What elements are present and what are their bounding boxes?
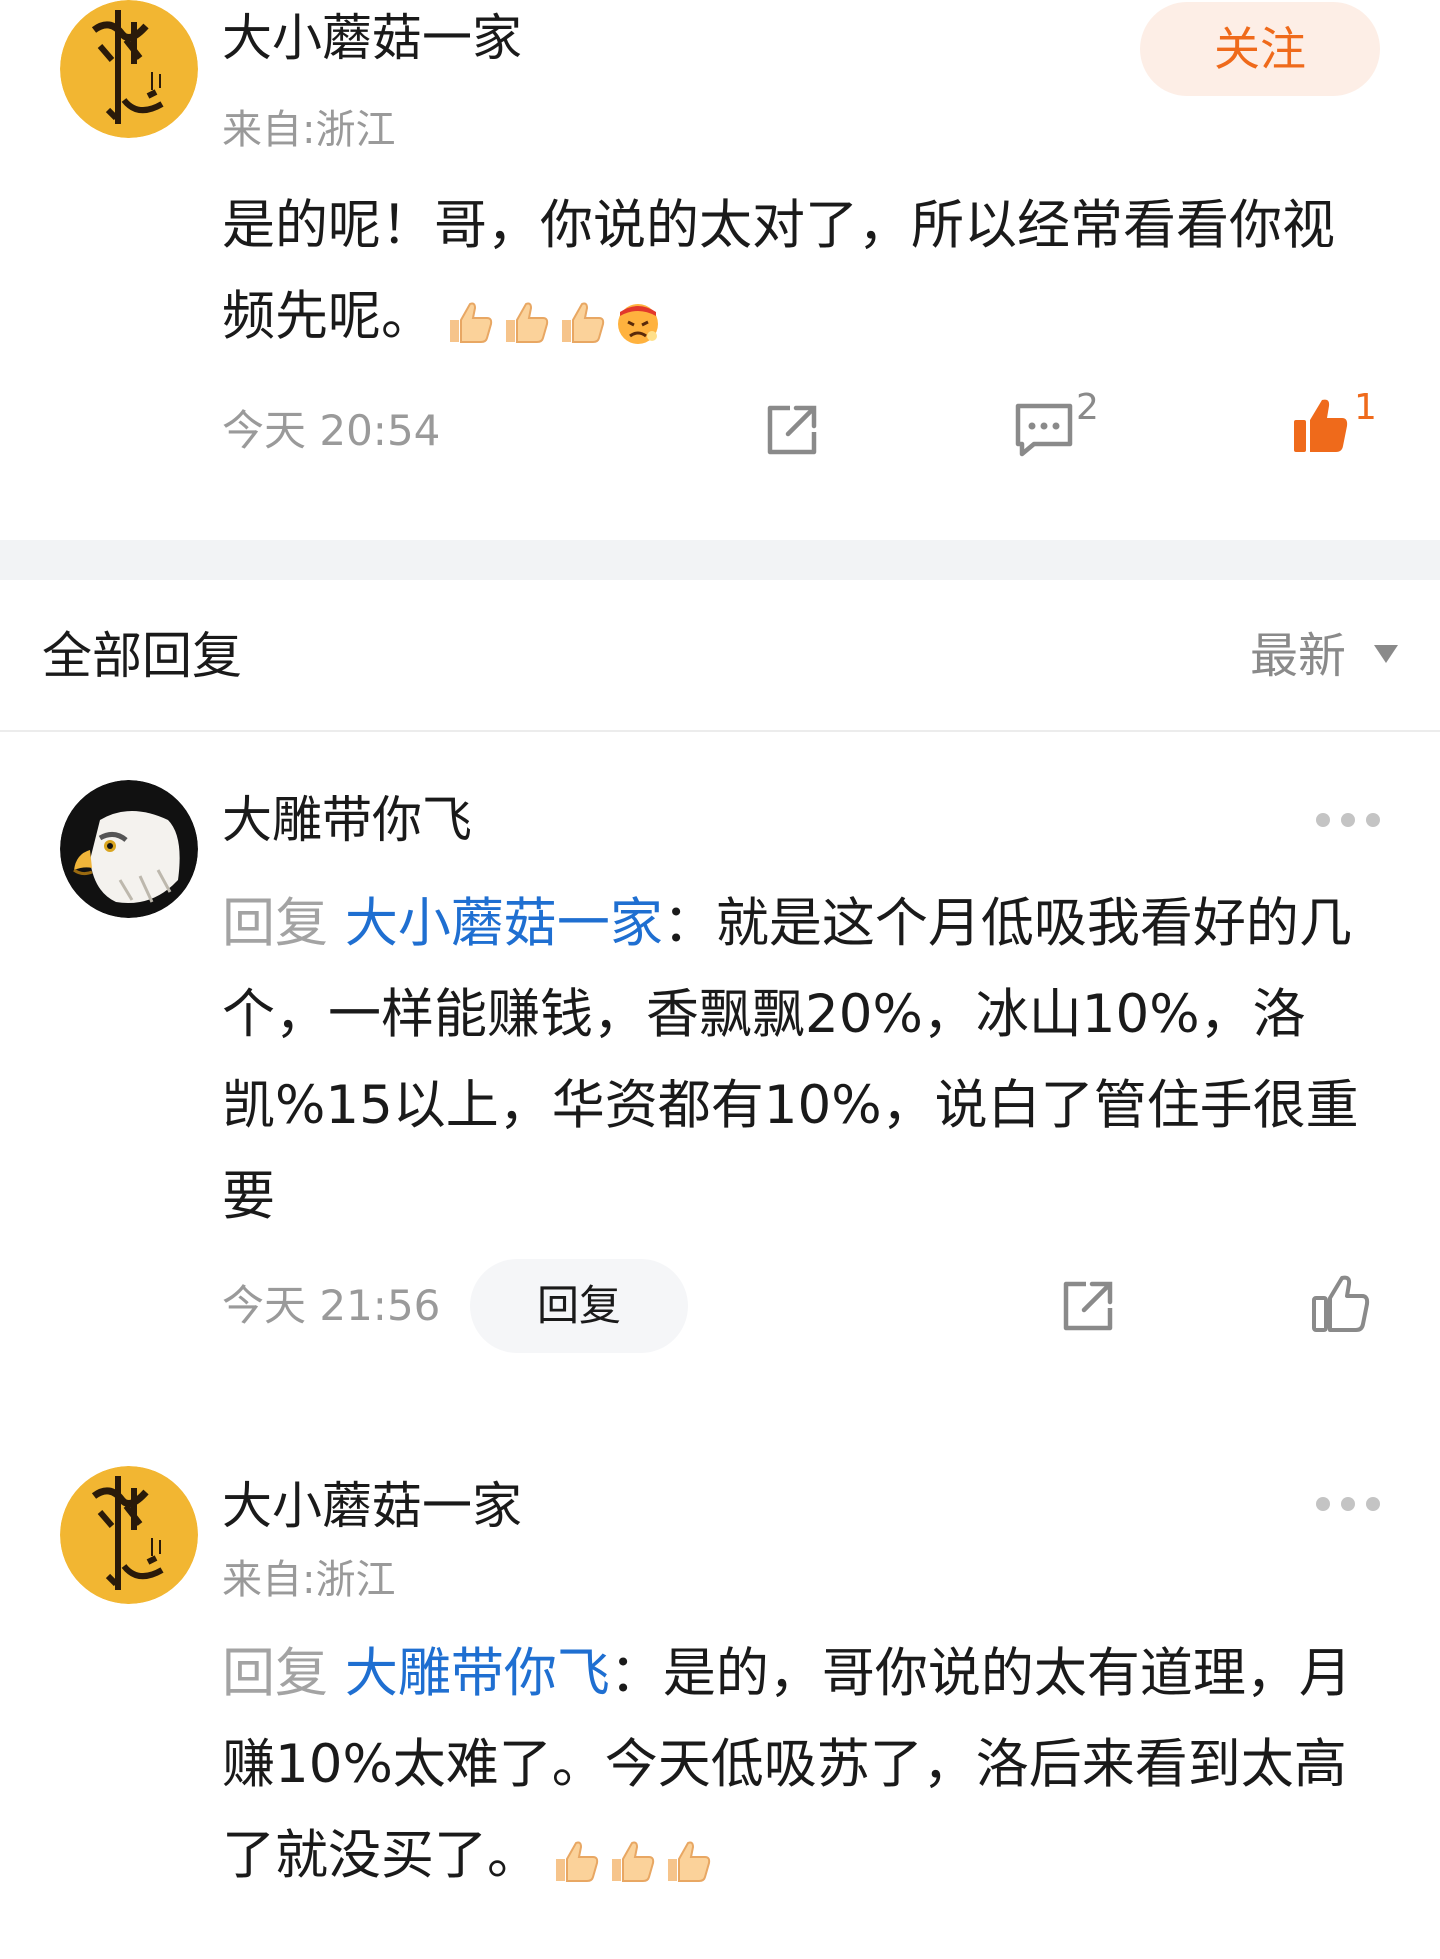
comment-button[interactable] <box>1012 400 1076 460</box>
angry-face-emoji-icon <box>618 304 658 345</box>
like-button[interactable] <box>1290 396 1350 456</box>
location-label: 来自:浙江 <box>222 1557 396 1603</box>
divider <box>0 730 1440 732</box>
avatar[interactable] <box>60 1466 198 1604</box>
thumbs-up-emoji-icon <box>612 1841 655 1883</box>
share-icon <box>767 405 817 455</box>
thumbs-up-emoji-icon <box>556 1841 599 1883</box>
reply-count: 2 <box>1076 387 1099 428</box>
comment-timestamp: 今天 20:54 <box>222 406 441 455</box>
location-label: 来自:浙江 <box>222 107 396 153</box>
thumbs-up-emoji-icon <box>562 302 605 344</box>
username[interactable]: 大雕带你飞 <box>222 790 472 850</box>
thumbs-up-emoji-icon <box>450 302 493 344</box>
share-button[interactable] <box>1058 1276 1118 1336</box>
reply-timestamp: 今天 21:56 <box>222 1281 441 1330</box>
thumbs-up-emoji-icon <box>506 302 549 344</box>
reply-body: 回复 大雕带你飞：是的，哥你说的太有道理，月赚10%太难了。今天低吸苏了，洛后来… <box>222 1628 1382 1904</box>
sort-dropdown[interactable]: 最新 <box>1250 628 1346 684</box>
reply-body: 回复 大小蘑菇一家：就是这个月低吸我看好的几个，一样能赚钱，香飘飘20%，冰山1… <box>222 878 1382 1242</box>
reply-prefix: 回复 <box>222 1643 328 1704</box>
thumbs-up-emoji-icon <box>668 1841 711 1883</box>
avatar[interactable] <box>60 0 198 138</box>
section-separator <box>0 540 1440 580</box>
emoji-group <box>550 1813 718 1904</box>
like-count: 1 <box>1354 387 1377 428</box>
mention-link[interactable]: 大雕带你飞 <box>345 1643 610 1704</box>
like-button[interactable] <box>1310 1274 1370 1334</box>
share-button[interactable] <box>762 400 822 460</box>
more-options-button[interactable] <box>1316 810 1380 830</box>
thumbs-up-icon <box>1294 399 1348 452</box>
mention-link[interactable]: 大小蘑菇一家 <box>345 893 663 954</box>
username[interactable]: 大小蘑菇一家 <box>222 1476 522 1536</box>
thumbs-up-icon <box>1312 1275 1370 1332</box>
more-options-button[interactable] <box>1316 1494 1380 1514</box>
follow-button[interactable]: 关注 <box>1140 2 1380 96</box>
replies-section-title: 全部回复 <box>42 627 242 685</box>
chevron-down-icon[interactable] <box>1374 645 1398 663</box>
username[interactable]: 大小蘑菇一家 <box>222 8 522 68</box>
reply-button[interactable]: 回复 <box>470 1259 688 1353</box>
comment-body: 是的呢！哥，你说的太对了，所以经常看看你视频先呢。 <box>222 180 1382 365</box>
comment-icon <box>1015 403 1073 457</box>
emoji-group <box>444 274 668 365</box>
comment-text: 是的呢！哥，你说的太对了，所以经常看看你视频先呢。 <box>222 195 1335 347</box>
avatar[interactable] <box>60 780 198 918</box>
reply-prefix: 回复 <box>222 893 328 954</box>
share-icon <box>1063 1281 1113 1331</box>
